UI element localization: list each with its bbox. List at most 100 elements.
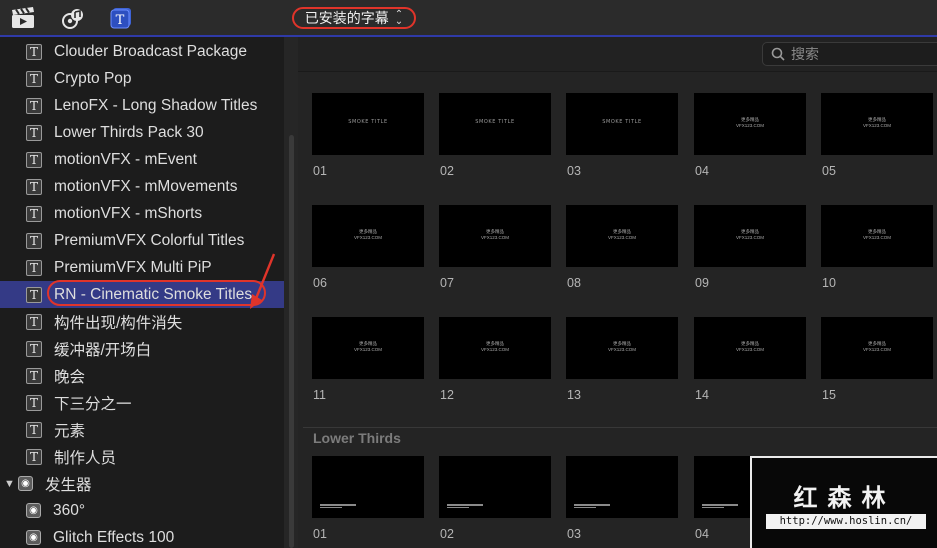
sidebar-item[interactable]: T Clouder Broadcast Package	[0, 38, 284, 65]
sidebar-item-label: motionVFX - mMovements	[54, 177, 238, 195]
lower-third-bars	[574, 504, 610, 508]
sidebar-item[interactable]: T 制作人员	[0, 443, 284, 470]
title-t-icon: T	[26, 205, 42, 222]
lower-third-bars	[702, 504, 738, 508]
sidebar-item-label: motionVFX - mEvent	[54, 150, 197, 168]
svg-text:T: T	[116, 13, 125, 28]
title-thumbnail[interactable]: 更多精品 VFX123.COM	[312, 205, 424, 267]
thumbnail-caption: 06	[313, 276, 327, 290]
sidebar-item[interactable]: T Crypto Pop	[0, 65, 284, 92]
annotation-circle	[47, 280, 266, 306]
thumbnail-caption: 09	[695, 276, 709, 290]
sidebar-item[interactable]: T LenoFX - Long Shadow Titles	[0, 92, 284, 119]
sidebar-item[interactable]: T Lower Thirds Pack 30	[0, 119, 284, 146]
sidebar-item-label: Clouder Broadcast Package	[54, 42, 248, 60]
title-thumbnail[interactable]: 更多精品 VFX123.COM	[694, 317, 806, 379]
title-t-icon: T	[26, 232, 42, 249]
thumbnail-caption: 03	[567, 164, 581, 178]
search-placeholder: 搜索	[791, 47, 819, 63]
thumbnail-caption: 08	[567, 276, 581, 290]
title-thumbnail[interactable]: 更多精品 VFX123.COM	[312, 317, 424, 379]
thumbnail-text: SMOKE TITLE	[348, 119, 388, 125]
sidebar-item-label: Crypto Pop	[54, 69, 132, 87]
title-thumbnail[interactable]: 更多精品 VFX123.COM	[694, 205, 806, 267]
sidebar-item[interactable]: T PremiumVFX Multi PiP	[0, 254, 284, 281]
title-t-icon: T	[26, 259, 42, 276]
sidebar-item-label: 发生器	[45, 476, 92, 494]
title-thumbnail[interactable]: 更多精品 VFX123.COM	[439, 317, 551, 379]
thumbnail-caption: 04	[695, 527, 709, 541]
title-thumbnail[interactable]: 更多精品 VFX123.COM	[566, 317, 678, 379]
sidebar-item[interactable]: T 缓冲器/开场白	[0, 335, 284, 362]
library-dropdown-label: 已安装的字幕	[304, 11, 389, 27]
title-thumbnail[interactable]: 更多精品 VFX123.COM	[821, 205, 933, 267]
sidebar-item-label: PremiumVFX Colorful Titles	[54, 231, 245, 249]
title-t-icon: T	[26, 421, 42, 438]
promo-line-2: VFX123.COM	[735, 235, 764, 240]
title-thumbnail[interactable]: SMOKE TITLE	[566, 93, 678, 155]
promo-line-2: VFX123.COM	[735, 347, 764, 352]
thumbnail-caption: 11	[313, 388, 326, 402]
title-t-icon: T	[26, 124, 42, 141]
title-thumbnail[interactable]: 更多精品 VFX123.COM	[694, 93, 806, 155]
generator-icon: ◉	[26, 503, 41, 518]
sidebar-item-label: 缓冲器/开场白	[54, 341, 152, 359]
sidebar-item-label: LenoFX - Long Shadow Titles	[54, 96, 258, 114]
sidebar-group-generators[interactable]: ▼ ◉ 发生器	[0, 470, 284, 497]
promo-line-2: VFX123.COM	[353, 347, 382, 352]
thumbnail-text: 更多精品 VFX123.COM	[694, 341, 806, 353]
lower-third-thumbnail[interactable]	[312, 456, 424, 518]
title-t-icon: T	[26, 340, 42, 357]
promo-line-2: VFX123.COM	[862, 235, 891, 240]
promo-line-2: VFX123.COM	[607, 235, 636, 240]
sidebar-item-label: 构件出现/构件消失	[54, 314, 183, 332]
sidebar-item[interactable]: T 晚会	[0, 362, 284, 389]
sidebar-item[interactable]: TmotionVFX - mEvent	[0, 146, 284, 173]
disclosure-triangle-icon[interactable]: ▼	[4, 478, 15, 490]
promo-line-2: VFX123.COM	[862, 347, 891, 352]
thumbnail-text: 更多精品 VFX123.COM	[821, 341, 933, 353]
sidebar-scrollbar[interactable]	[289, 135, 294, 548]
sidebar-item[interactable]: T 元素	[0, 416, 284, 443]
title-t-icon: T	[26, 43, 42, 60]
section-divider	[303, 427, 937, 428]
library-dropdown[interactable]: 已安装的字幕 ⌃ ⌄	[292, 7, 416, 29]
sidebar-item[interactable]: T 下三分之一	[0, 389, 284, 416]
lower-third-bars	[447, 504, 483, 508]
sidebar-item[interactable]: ◉ Glitch Effects 100	[0, 524, 284, 548]
titles-icon[interactable]: T	[110, 7, 134, 29]
title-t-icon: T	[26, 151, 42, 168]
sidebar-item[interactable]: T 构件出现/构件消失	[0, 308, 284, 335]
thumbnail-caption: 07	[440, 276, 454, 290]
sidebar-item-label: 下三分之一	[54, 395, 132, 413]
clapper-board-icon[interactable]	[11, 7, 35, 29]
search-input[interactable]: 搜索	[762, 42, 937, 66]
thumbnail-caption: 14	[695, 388, 709, 402]
toolbar: T 已安装的字幕 ⌃ ⌄	[0, 0, 937, 37]
promo-line-2: VFX123.COM	[353, 235, 382, 240]
title-thumbnail[interactable]: SMOKE TITLE	[312, 93, 424, 155]
sidebar-item[interactable]: TmotionVFX - mShorts	[0, 200, 284, 227]
lower-third-thumbnail[interactable]	[566, 456, 678, 518]
thumbnail-text: 更多精品 VFX123.COM	[312, 341, 424, 353]
lower-third-thumbnail[interactable]	[439, 456, 551, 518]
thumbnail-text: 更多精品 VFX123.COM	[312, 229, 424, 241]
sidebar: T Clouder Broadcast Package T Crypto Pop T…	[0, 37, 284, 548]
title-thumbnail[interactable]: 更多精品 VFX123.COM	[821, 93, 933, 155]
thumbnail-caption: 04	[695, 164, 709, 178]
sidebar-item[interactable]: ◉ 360°	[0, 497, 284, 524]
sidebar-item[interactable]: TmotionVFX - mMovements	[0, 173, 284, 200]
thumbnail-caption: 05	[822, 164, 836, 178]
watermark-title: 红森林	[793, 484, 896, 512]
promo-line-2: VFX123.COM	[480, 235, 509, 240]
title-thumbnail[interactable]: 更多精品 VFX123.COM	[566, 205, 678, 267]
title-t-icon: T	[26, 178, 42, 195]
music-camera-icon[interactable]	[61, 7, 85, 29]
thumbnail-caption: 12	[440, 388, 454, 402]
title-thumbnail[interactable]: 更多精品 VFX123.COM	[821, 317, 933, 379]
title-thumbnail[interactable]: 更多精品 VFX123.COM	[439, 205, 551, 267]
thumbnail-text: SMOKE TITLE	[475, 119, 515, 125]
promo-line-2: VFX123.COM	[607, 347, 636, 352]
sidebar-item[interactable]: T PremiumVFX Colorful Titles	[0, 227, 284, 254]
title-thumbnail[interactable]: SMOKE TITLE	[439, 93, 551, 155]
